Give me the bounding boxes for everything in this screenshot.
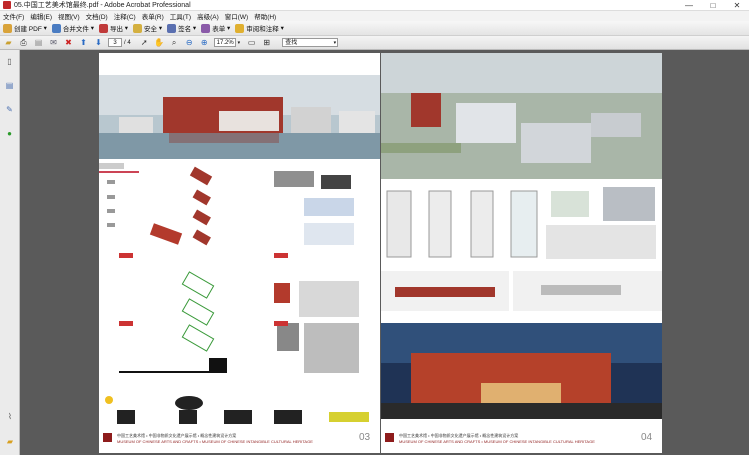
footer-title-cn: 中国工艺美术馆 • 中国非物质文化遗产展示馆 • 概念性建筑设计方案 [399,433,519,438]
pdf-page-03: 中国工艺美术馆 • 中国非物质文化遗产展示馆 • 概念性建筑设计方案 MUSEU… [99,53,380,453]
navigation-panel: ▯ ▤ ✎ ● ⌇ ▰ [0,50,20,455]
security-icon[interactable]: ● [5,128,15,138]
next-page-icon[interactable]: ⬇ [93,38,104,48]
print-icon[interactable]: ⎙ [18,38,29,48]
create-pdf-button[interactable]: 创建 PDF ▾ [3,23,47,33]
page-number: 03 [359,432,371,443]
document-viewer[interactable]: 中国工艺美术馆 • 中国非物质文化遗产展示馆 • 概念性建筑设计方案 MUSEU… [21,50,749,455]
zoom-dropdown-icon[interactable]: ▾ [238,40,241,46]
paperclip-icon[interactable]: ⌇ [5,411,15,421]
save-icon[interactable]: ▤ [33,38,44,48]
create-pdf-icon [3,23,12,33]
previous-page-icon[interactable]: ⬆ [78,38,89,48]
merge-files-icon [51,23,61,33]
security-button[interactable]: 安全 ▾ [133,23,162,33]
comment-icon [235,23,245,33]
window-controls: — □ ✕ [677,0,749,11]
zoom-out-icon[interactable]: ⊖ [184,38,195,48]
fit-width-icon[interactable]: ⊞ [261,38,272,48]
menu-forms[interactable]: 表单(R) [142,11,164,21]
forms-button[interactable]: 表单 ▾ [201,23,230,33]
export-icon [98,23,108,33]
close-button[interactable]: ✕ [725,0,749,11]
footer-logo-square [385,433,394,442]
page-04-artwork [381,53,662,419]
menu-window[interactable]: 窗口(W) [225,11,248,21]
page-03-artwork [99,75,380,424]
delete-icon[interactable]: ✖ [63,38,74,48]
menu-tools[interactable]: 工具(T) [170,11,191,21]
hand-tool-icon[interactable]: ✋ [154,38,165,48]
footer-logo-square [103,433,112,442]
acrobat-app-icon [3,1,11,9]
zoom-tool-icon[interactable]: ⌕ [169,38,180,48]
fit-page-icon[interactable]: ▭ [246,38,257,48]
page-number: 04 [641,432,653,443]
review-comment-button[interactable]: 审阅和注释 ▾ [235,23,284,33]
footer-title-en: MUSEUM OF CHINESE ARTS AND CRAFTS • MUSE… [117,439,313,444]
menu-document[interactable]: 文档(D) [86,11,108,21]
pen-icon [167,23,177,33]
menu-file[interactable]: 文件(F) [3,11,24,21]
navigation-toolbar: ▰ ⎙ ▤ ✉ ✖ ⬆ ⬇ 3 / 4 ➚ ✋ ⌕ ⊖ ⊕ 17.2% ▾ ▭ … [0,36,749,50]
menu-edit[interactable]: 编辑(E) [30,11,52,21]
page-total: / 4 [124,39,131,46]
title-bar: 05.中国工艺美术馆最终.pdf - Adobe Acrobat Profess… [0,0,749,11]
pages-icon[interactable]: ▯ [5,56,15,66]
find-dropdown-icon[interactable]: ▾ [334,39,337,47]
find-input[interactable]: 查找 ▾ [282,38,339,47]
pdf-page-04: 中国工艺美术馆 • 中国非物质文化遗产展示馆 • 概念性建筑设计方案 MUSEU… [381,53,662,453]
window-title: 05.中国工艺美术馆最终.pdf - Adobe Acrobat Profess… [14,2,191,9]
footer-title-en: MUSEUM OF CHINESE ARTS AND CRAFTS • MUSE… [399,439,595,444]
attachments-icon[interactable]: ▤ [5,80,15,90]
merge-files-button[interactable]: 合并文件 ▾ [51,23,94,33]
open-icon[interactable]: ▰ [3,38,14,48]
select-tool-icon[interactable]: ➚ [139,38,150,48]
menu-view[interactable]: 视图(V) [58,11,80,21]
email-icon[interactable]: ✉ [48,38,59,48]
signatures-icon[interactable]: ✎ [5,104,15,114]
maximize-button[interactable]: □ [701,0,725,11]
minimize-button[interactable]: — [677,0,701,11]
comments-icon[interactable]: ▰ [5,436,15,446]
menu-bar: 文件(F) 编辑(E) 视图(V) 文档(D) 注释(C) 表单(R) 工具(T… [0,11,749,21]
forms-icon [201,23,211,33]
page-number-input[interactable]: 3 [108,38,122,47]
menu-advanced[interactable]: 高级(A) [197,11,219,21]
menu-comments[interactable]: 注释(C) [114,11,136,21]
zoom-in-icon[interactable]: ⊕ [199,38,210,48]
export-button[interactable]: 导出 ▾ [98,23,128,33]
lock-icon [133,23,143,33]
sign-button[interactable]: 签名 ▾ [167,23,196,33]
footer-title-cn: 中国工艺美术馆 • 中国非物质文化遗产展示馆 • 概念性建筑设计方案 [117,433,237,438]
menu-help[interactable]: 帮助(H) [254,11,276,21]
zoom-level-input[interactable]: 17.2% [213,38,236,47]
task-toolbar: 创建 PDF ▾ 合并文件 ▾ 导出 ▾ 安全 ▾ 签名 ▾ 表单 ▾ 审阅和注… [0,21,749,36]
